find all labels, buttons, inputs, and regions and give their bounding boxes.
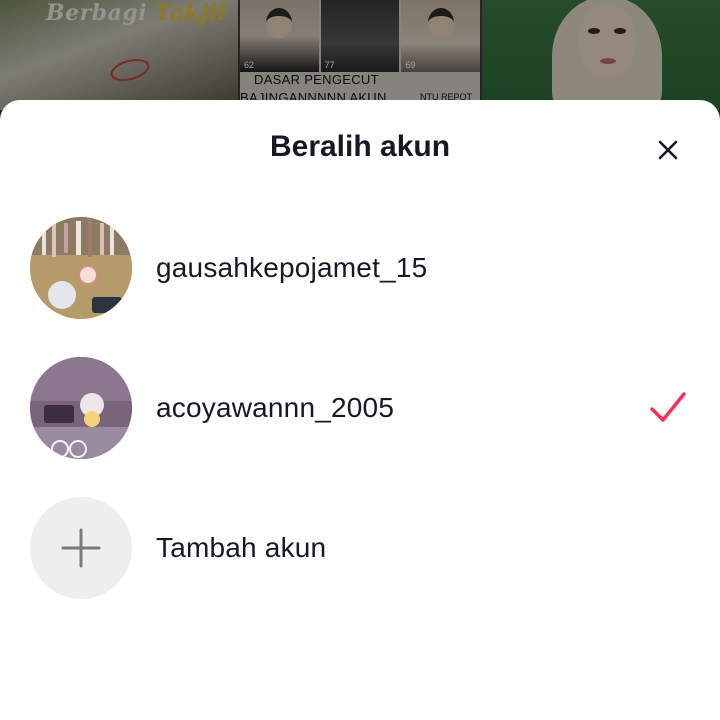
account-username: acoyawannn_2005	[156, 392, 395, 423]
account-row[interactable]: gausahkepojamet_15	[0, 208, 720, 328]
screen: Berbagi Takjil 62 77 69 DASAR PENGECUT B…	[0, 0, 720, 720]
account-username: gausahkepojamet_15	[156, 252, 428, 283]
account-row[interactable]: acoyawannn_2005	[0, 348, 720, 468]
switch-account-sheet: Beralih akun gausahkepojamet_15 acoyawan…	[0, 100, 720, 720]
plus-icon	[61, 528, 101, 568]
close-button[interactable]	[650, 132, 686, 168]
avatar-image	[30, 217, 132, 319]
avatar-image	[30, 357, 132, 459]
checkmark-icon	[650, 392, 686, 422]
add-account-button[interactable]: Tambah akun	[0, 488, 720, 608]
sheet-header: Beralih akun	[0, 100, 720, 196]
add-account-circle	[30, 497, 132, 599]
avatar	[30, 357, 132, 459]
close-icon	[658, 140, 678, 160]
avatar	[30, 217, 132, 319]
sheet-title: Beralih akun	[269, 130, 451, 163]
add-account-label: Tambah akun	[156, 532, 327, 563]
